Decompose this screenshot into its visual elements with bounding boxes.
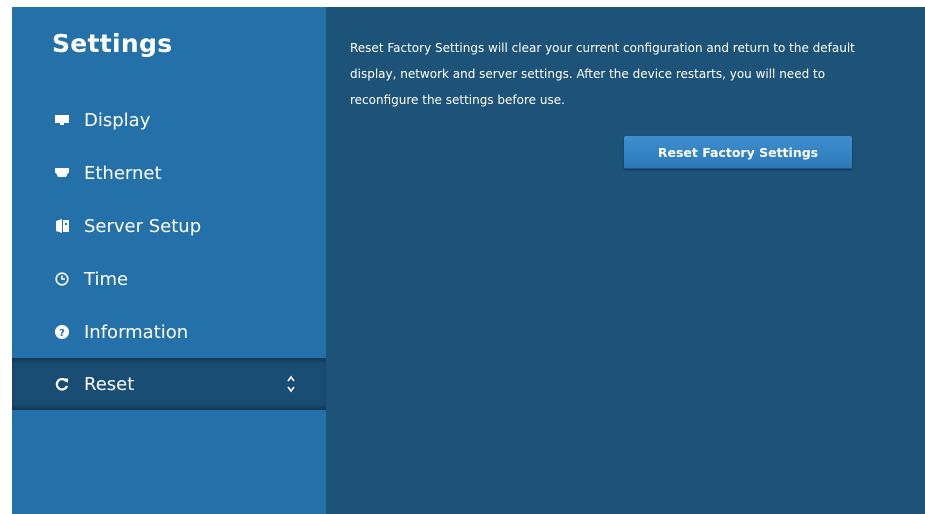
sidebar-item-ethernet[interactable]: Ethernet [12,147,326,199]
refresh-icon [54,376,70,392]
settings-app: Settings Display Ethernet Server Setup T… [12,7,925,514]
sidebar-item-label: Time [84,268,129,290]
question-circle-icon: ? [54,324,70,340]
reset-factory-settings-button[interactable]: Reset Factory Settings [624,136,852,169]
sidebar-item-label: Server Setup [84,215,202,237]
sidebar-item-label: Information [84,321,189,343]
clock-icon [54,271,70,287]
svg-text:?: ? [59,328,65,339]
sidebar-item-time[interactable]: Time [12,253,326,305]
reset-description: Reset Factory Settings will clear your c… [350,41,855,107]
sidebar-item-server-setup[interactable]: Server Setup [12,200,326,252]
sidebar: Settings Display Ethernet Server Setup T… [12,7,326,514]
ethernet-icon [54,165,70,181]
sidebar-item-display[interactable]: Display [12,94,326,146]
sidebar-item-label: Reset [84,373,135,395]
sidebar-item-reset[interactable]: Reset [12,358,326,410]
sidebar-item-information[interactable]: ? Information [12,306,326,358]
sidebar-title: Settings [52,29,173,58]
chevron-up-down-icon[interactable] [286,374,296,394]
monitor-icon [54,112,70,128]
server-icon [54,218,70,234]
sidebar-item-label: Display [84,109,151,131]
sidebar-item-label: Ethernet [84,162,162,184]
